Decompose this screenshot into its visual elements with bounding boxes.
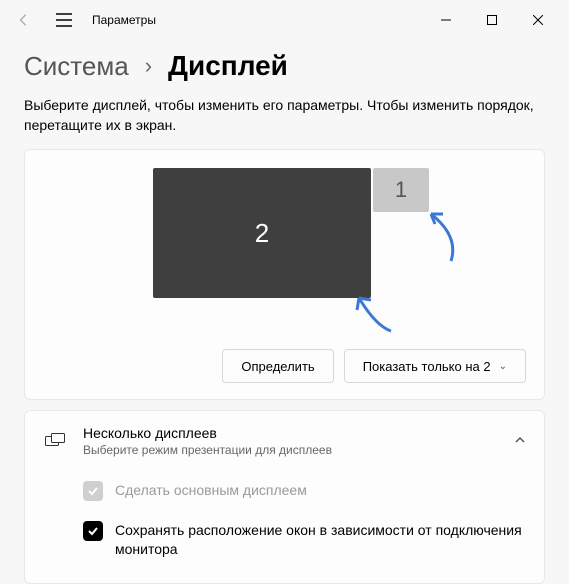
remember-layout-checkbox[interactable] <box>83 521 103 541</box>
breadcrumb: Система › Дисплей <box>24 50 545 82</box>
menu-button[interactable] <box>48 4 80 36</box>
projection-label: Показать только на 2 <box>363 359 491 374</box>
breadcrumb-parent[interactable]: Система <box>24 51 129 82</box>
chevron-down-icon: ⌄ <box>499 361 507 372</box>
window-title: Параметры <box>92 13 156 27</box>
section-header[interactable]: Несколько дисплеев Выберите режим презен… <box>25 411 544 471</box>
identify-label: Определить <box>241 359 314 374</box>
make-main-checkbox <box>83 481 103 501</box>
back-button[interactable] <box>8 4 40 36</box>
make-main-display-row: Сделать основным дисплеем <box>83 471 526 511</box>
close-button[interactable] <box>515 4 561 36</box>
annotation-arrow-icon <box>421 206 461 271</box>
monitor-2[interactable]: 2 <box>153 168 371 298</box>
minimize-button[interactable] <box>423 4 469 36</box>
display-arrange-card: 2 1 Определить Показать только на 2 ⌄ <box>24 149 545 400</box>
page-description: Выберите дисплей, чтобы изменить его пар… <box>24 96 545 135</box>
multiple-displays-section: Несколько дисплеев Выберите режим презен… <box>24 410 545 584</box>
projection-dropdown[interactable]: Показать только на 2 ⌄ <box>344 349 526 383</box>
remember-layout-row: Сохранять расположение окон в зависимост… <box>83 511 526 569</box>
titlebar: Параметры <box>0 0 569 40</box>
arrange-buttons: Определить Показать только на 2 ⌄ <box>43 349 526 383</box>
chevron-right-icon: › <box>145 53 152 79</box>
window-controls <box>423 4 561 36</box>
make-main-label: Сделать основным дисплеем <box>115 481 307 500</box>
maximize-button[interactable] <box>469 4 515 36</box>
remember-layout-label: Сохранять расположение окон в зависимост… <box>115 521 526 559</box>
section-title: Несколько дисплеев <box>83 425 514 441</box>
identify-button[interactable]: Определить <box>222 349 333 383</box>
displays-icon <box>43 433 67 449</box>
display-arrange-area[interactable]: 2 1 <box>43 168 526 343</box>
breadcrumb-current: Дисплей <box>168 50 288 82</box>
section-subtitle: Выберите режим презентации для дисплеев <box>83 443 514 457</box>
chevron-up-icon <box>514 434 526 449</box>
annotation-arrow-icon <box>351 286 401 341</box>
